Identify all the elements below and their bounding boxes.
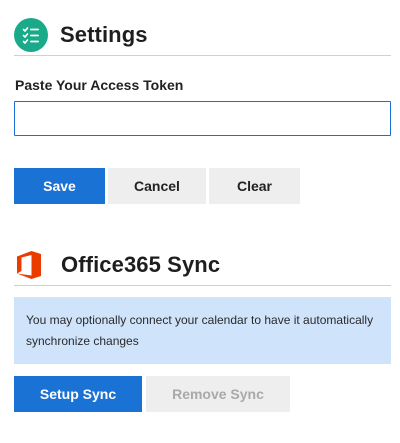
settings-header: Settings [14, 14, 391, 56]
clear-button[interactable]: Clear [209, 168, 300, 204]
office-logo-icon [16, 249, 46, 281]
access-token-input[interactable] [14, 101, 391, 136]
access-token-label: Paste Your Access Token [15, 77, 184, 93]
office365-sync-header: Office365 Sync [14, 245, 391, 286]
settings-title: Settings [60, 21, 148, 47]
cancel-button[interactable]: Cancel [108, 168, 206, 204]
checklist-icon [14, 17, 48, 52]
save-button[interactable]: Save [14, 168, 105, 204]
remove-sync-button[interactable]: Remove Sync [146, 376, 290, 412]
setup-sync-button[interactable]: Setup Sync [14, 376, 142, 412]
office365-sync-title: Office365 Sync [61, 252, 221, 277]
sync-info-box: You may optionally connect your calendar… [14, 297, 391, 364]
